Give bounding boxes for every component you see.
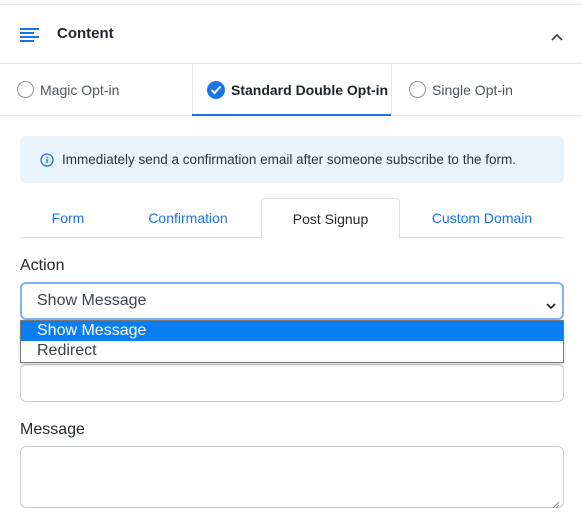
tab-divider [391,64,392,115]
tab-form[interactable]: Form [20,198,116,238]
chevron-up-icon[interactable] [550,29,564,41]
check-circle-icon[interactable] [207,80,225,99]
menu-lines-icon [20,28,40,42]
radio-unchecked-icon[interactable] [409,81,426,98]
info-circle-icon [40,152,54,167]
resize-grip-icon[interactable] [552,496,560,509]
chevron-down-icon [546,297,556,310]
action-select[interactable]: Show Message [20,282,564,320]
optin-tab-magic[interactable]: Magic Opt-in [17,64,119,115]
post-signup-text-input[interactable] [20,364,564,402]
message-label: Message [20,421,85,438]
radio-unchecked-icon[interactable] [17,81,34,98]
dropdown-option-redirect[interactable]: Redirect [21,341,563,361]
info-text: Immediately send a confirmation email af… [62,152,516,167]
tab-post-signup[interactable]: Post Signup [261,198,400,239]
dropdown-option-show-message[interactable]: Show Message [21,321,563,341]
optin-type-tabs: Magic Opt-in Standard Double Opt-in Sing… [0,64,582,116]
optin-tab-label: Standard Double Opt-in [231,81,389,98]
action-dropdown-menu: Show Message Redirect [20,320,564,363]
tab-confirmation[interactable]: Confirmation [128,198,248,238]
tab-custom-domain[interactable]: Custom Domain [412,198,552,238]
optin-tab-single[interactable]: Single Opt-in [409,64,513,115]
info-notice: Immediately send a confirmation email af… [20,136,564,183]
action-select-value: Show Message [37,292,147,309]
section-title: Content [57,25,114,42]
settings-subtabs: Form Confirmation Post Signup Custom Dom… [20,198,564,239]
optin-tab-label: Single Opt-in [432,81,513,98]
content-section-header[interactable]: Content [0,5,582,64]
message-textarea[interactable] [20,446,564,509]
optin-tab-standard-double[interactable]: Standard Double Opt-in [192,64,391,116]
optin-tab-label: Magic Opt-in [40,81,120,98]
action-label: Action [20,257,65,274]
